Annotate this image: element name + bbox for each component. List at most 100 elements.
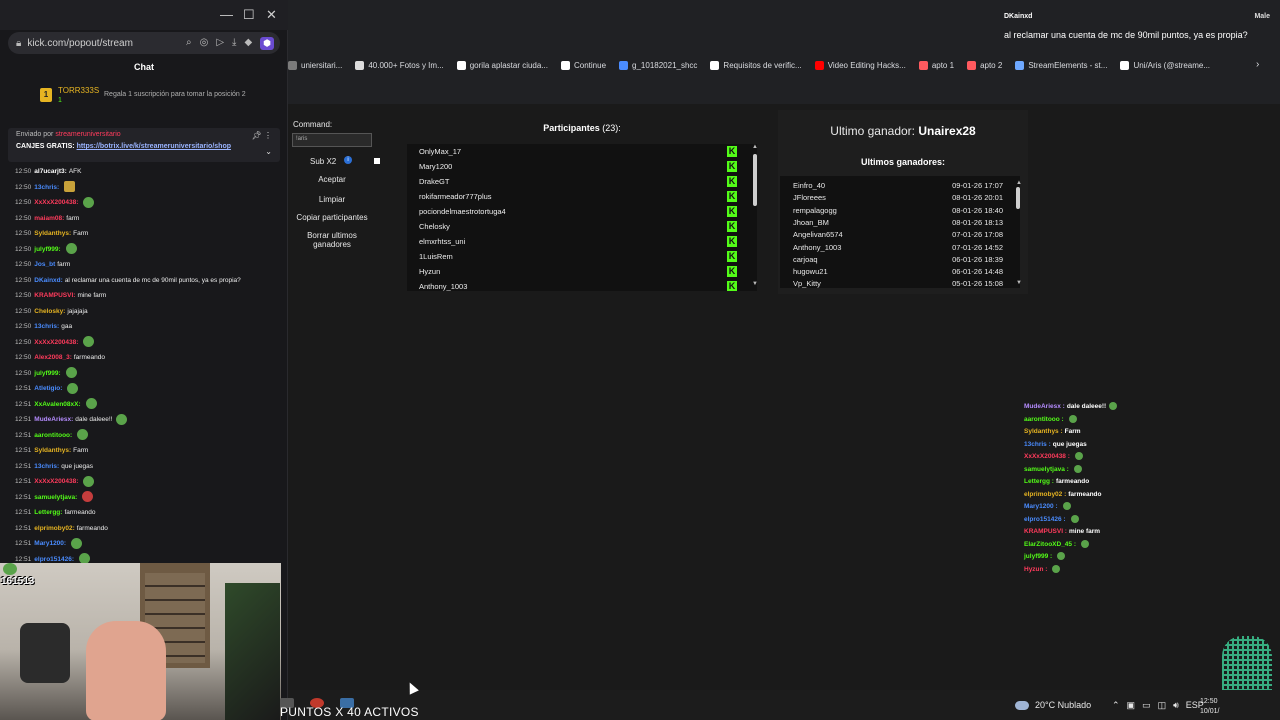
command-input[interactable]: !aris — [292, 133, 372, 147]
minimize-icon[interactable]: — — [220, 7, 233, 22]
play-icon[interactable]: ▷ — [216, 37, 224, 50]
pinned-link[interactable]: https://botrix.live/k/streameruniversita… — [77, 143, 231, 150]
overlay-text: Farm — [1064, 428, 1081, 435]
message-username[interactable]: MudeAriesx: — [34, 416, 73, 423]
message-username[interactable]: elpro151426: — [34, 556, 74, 563]
message-username[interactable]: XxXxX200438: — [34, 478, 78, 485]
winners-scrollbar[interactable]: ▲ ▼ — [1014, 180, 1024, 290]
message-time: 12:50 — [15, 369, 32, 377]
message-text: AFK — [68, 168, 82, 175]
weather-widget[interactable]: 20°C Nublado — [1015, 700, 1091, 710]
message-username[interactable]: al7ucarjt3: — [34, 168, 67, 175]
scroll-down-icon[interactable]: ▼ — [1016, 280, 1022, 286]
participant-name: OnlyMax_17 — [419, 147, 462, 156]
message-time: 12:51 — [15, 400, 32, 408]
message-username[interactable]: Alex2008_3: — [34, 354, 72, 361]
message-username[interactable]: Jos_bt — [34, 261, 55, 268]
chat-message: 12:50 Alex2008_3: farmeando — [15, 350, 280, 366]
cam-counter: 161513 — [1, 576, 35, 587]
leader-name[interactable]: TORR333S — [58, 86, 99, 95]
accept-button[interactable]: Aceptar — [292, 175, 372, 184]
scroll-up-icon[interactable]: ▲ — [1016, 180, 1022, 186]
message-username[interactable]: Lettergg: — [34, 509, 62, 516]
volume-icon[interactable]: 🔊︎ — [1173, 700, 1179, 711]
scroll-thumb[interactable] — [1016, 187, 1020, 209]
camera-icon[interactable]: ▣ — [1127, 700, 1136, 711]
bookmark-item[interactable]: apto 2 — [967, 60, 1002, 70]
clear-button[interactable]: Limpiar — [292, 195, 372, 204]
pinned-by-user[interactable]: streameruniversitario — [55, 131, 120, 138]
message-username[interactable]: XxXxX200438: — [34, 339, 78, 346]
search-icon[interactable]: ⌕ — [186, 37, 192, 50]
emote-icon — [1057, 552, 1066, 561]
battery-icon[interactable]: ▭ — [1142, 700, 1151, 711]
bookmark-item[interactable]: 40.000+ Fotos y Im... — [355, 60, 444, 70]
emote-icon — [1109, 402, 1118, 411]
winners-list[interactable]: Einfro_40 09-01-26 17:07 JFloreees 08-01-26… — [780, 176, 1020, 288]
participants-scrollbar[interactable]: ▲ ▼ — [750, 144, 760, 291]
copy-participants-button[interactable]: Copiar participantes — [292, 213, 372, 222]
bookmark-item[interactable]: g_10182021_shcc — [619, 60, 697, 70]
bookmarks-bar: uniersitari... 40.000+ Fotos y Im... goril… — [288, 56, 1280, 74]
address-bar[interactable]: 🔒︎ kick.com/popout/stream ⌕ ◎ ▷ ⤓ ◆ ⬢ — [8, 32, 280, 54]
chevron-right-icon[interactable]: › — [1256, 59, 1259, 70]
scroll-down-icon[interactable]: ▼ — [752, 281, 758, 287]
overlay-chat-message: XxXxX200438 : — [1024, 451, 1264, 464]
bookmark-item[interactable]: apto 1 — [918, 60, 954, 70]
scroll-thumb[interactable] — [753, 154, 757, 206]
site-info-icon[interactable]: 🔒︎ — [16, 38, 21, 49]
bookmark-item[interactable]: Requisitos de verific... — [710, 60, 802, 70]
chat-message: 12:51 XxXxX200438: — [15, 474, 280, 490]
close-icon[interactable]: ✕ — [266, 7, 277, 23]
bookmark-item[interactable]: uniersitari... — [288, 60, 342, 70]
message-username[interactable]: Chelosky: — [34, 308, 65, 315]
message-time: 12:50 — [15, 323, 32, 330]
message-username[interactable]: 13chris: — [34, 463, 59, 470]
message-username[interactable]: XxXxX200438: — [34, 199, 78, 206]
bookmark-item[interactable]: StreamElements - st... — [1015, 60, 1107, 70]
subx2-checkbox[interactable] — [374, 158, 380, 164]
message-username[interactable]: maiam08: — [34, 215, 64, 222]
bookmark-item[interactable]: Continue — [561, 60, 606, 70]
message-username[interactable]: XxAvalen08xX: — [34, 401, 80, 408]
message-time: 12:50 — [15, 292, 32, 299]
message-username[interactable]: aarontitooo: — [34, 432, 72, 439]
message-time: 12:50 — [15, 214, 32, 222]
network-icon[interactable]: ◫ — [1158, 700, 1167, 711]
message-username[interactable]: julyf999: — [34, 370, 60, 377]
message-username[interactable]: DKainxd: — [34, 277, 63, 284]
message-username[interactable]: Atletigio: — [34, 385, 62, 392]
bookmark-icon — [918, 60, 928, 70]
bookmark-icon — [288, 60, 297, 70]
message-username[interactable]: Syldanthys: — [34, 447, 71, 454]
message-username[interactable]: Syldanthys: — [34, 230, 71, 237]
bookmark-item[interactable]: Uni/Aris (@streame... — [1120, 60, 1210, 70]
bookmark-item[interactable]: Video Editing Hacks... — [814, 60, 906, 70]
delete-winners-button[interactable]: Borrar ultimos ganadores — [292, 231, 372, 249]
download-icon[interactable]: ⤓ — [232, 37, 236, 50]
profile-icon[interactable]: ⬢ — [260, 36, 274, 50]
message-username[interactable]: samuelytjava: — [34, 494, 77, 501]
scroll-up-icon[interactable]: ▲ — [752, 144, 758, 150]
info-icon[interactable]: i — [344, 156, 352, 164]
message-username[interactable]: julyf999: — [34, 246, 60, 253]
maximize-icon[interactable]: ☐ — [243, 7, 255, 23]
message-time: 12:50 — [15, 230, 32, 237]
kick-icon: K — [727, 266, 737, 277]
message-username[interactable]: 13chris: — [34, 184, 59, 191]
url-text[interactable]: kick.com/popout/stream — [27, 38, 133, 49]
message-username[interactable]: elprimoby02: — [34, 525, 74, 532]
message-username[interactable]: Mary1200: — [34, 540, 66, 547]
message-time: 12:50 — [15, 338, 32, 346]
shield-icon[interactable]: ◎ — [200, 37, 209, 50]
message-username[interactable]: 13chris: — [34, 323, 59, 330]
participants-list[interactable]: OnlyMax_17 K Mary1200 K DrakeGT Krokifarmeado… — [407, 144, 757, 291]
chevron-up-icon[interactable]: ⌃ — [1112, 700, 1120, 711]
clock[interactable]: 12:50 10/01/ — [1200, 697, 1219, 717]
extension-icon[interactable]: ◆ — [244, 37, 252, 50]
bookmark-item[interactable]: gorila aplastar ciuda... — [456, 60, 548, 70]
message-username[interactable]: KRAMPUSVI: — [34, 292, 75, 299]
pin-icon[interactable]: 📌︎ ⋮ — [252, 131, 272, 140]
chevron-down-icon[interactable]: ⌄ — [265, 147, 272, 156]
message-text: jajajaja — [67, 307, 88, 315]
